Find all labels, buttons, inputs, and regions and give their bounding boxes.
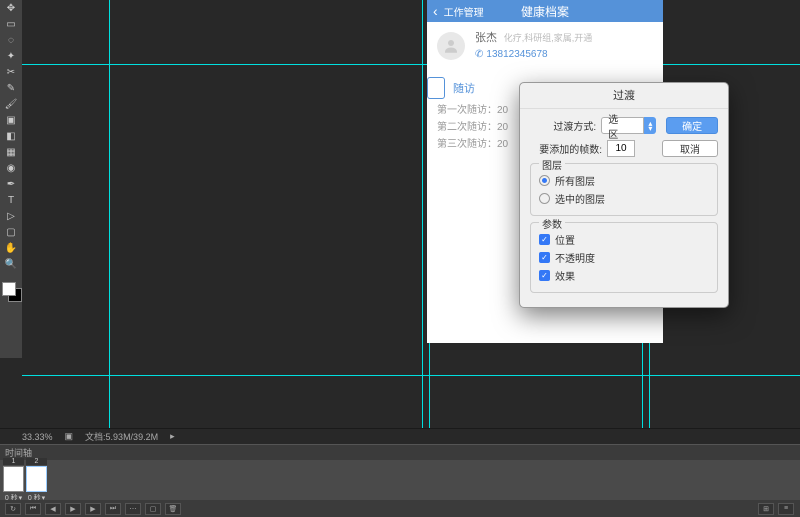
first-frame-button[interactable]: ⏮: [25, 503, 41, 515]
timeline-frame[interactable]: 1 0 秒▾: [3, 458, 24, 503]
zoom-level[interactable]: 33.33%: [22, 432, 53, 442]
frames-input[interactable]: [607, 140, 635, 157]
blur-tool[interactable]: ◉: [0, 160, 22, 176]
fg-color-swatch[interactable]: [2, 282, 16, 296]
frame-thumbnail: [26, 466, 47, 492]
guide-horizontal[interactable]: [22, 64, 800, 65]
timeline-controls: ↻ ⏮ ◀ ▶ ▶ ⏭ ⋯ ▢ 🗑 ⊞ ≡: [0, 500, 800, 517]
timeline-panel-header[interactable]: 时间轴: [0, 444, 800, 460]
timeline-frames: 1 0 秒▾ 2 0 秒▾: [0, 460, 800, 500]
shape-tool[interactable]: ▢: [0, 224, 22, 240]
path-tool[interactable]: ▷: [0, 208, 22, 224]
ok-button[interactable]: 确定: [666, 117, 718, 134]
guide-vertical[interactable]: [109, 0, 110, 428]
loop-button[interactable]: ↻: [5, 503, 21, 515]
brush-tool[interactable]: 🖌: [0, 96, 22, 112]
check-position[interactable]: ✓ 位置: [539, 232, 709, 247]
eraser-tool[interactable]: ◧: [0, 128, 22, 144]
pen-tool[interactable]: ✒: [0, 176, 22, 192]
wand-tool[interactable]: ✦: [0, 48, 22, 64]
lasso-tool[interactable]: ◌: [0, 32, 22, 48]
last-frame-button[interactable]: ⏭: [105, 503, 121, 515]
back-icon: ‹: [427, 3, 444, 19]
check-effects[interactable]: ✓ 效果: [539, 268, 709, 283]
back-label: 工作管理: [444, 4, 484, 19]
stamp-tool[interactable]: ▣: [0, 112, 22, 128]
checkbox-icon: ✓: [539, 252, 550, 263]
profile-tags: 化疗,科研组,家属,开通: [504, 33, 593, 43]
method-select[interactable]: 选区 ▴▾: [601, 117, 656, 134]
gradient-tool[interactable]: ▦: [0, 144, 22, 160]
next-frame-button[interactable]: ▶: [85, 503, 101, 515]
radio-all-layers[interactable]: 所有图层: [539, 173, 709, 188]
eyedropper-tool[interactable]: ✎: [0, 80, 22, 96]
profile-phone: ✆ 13812345678: [475, 47, 592, 62]
hand-tool[interactable]: ✋: [0, 240, 22, 256]
status-bar: 33.33% ▣ 文档:5.93M/39.2M ▸: [0, 428, 800, 444]
crop-tool[interactable]: ✂: [0, 64, 22, 80]
move-tool[interactable]: ✥: [0, 0, 22, 16]
guide-horizontal[interactable]: [22, 375, 800, 376]
dialog-title: 过渡: [520, 83, 728, 109]
new-frame-button[interactable]: ▢: [145, 503, 161, 515]
page-title: 健康档案: [521, 3, 569, 20]
radio-selected-layers[interactable]: 选中的图层: [539, 191, 709, 206]
profile-name: 张杰: [475, 32, 497, 44]
checkbox-icon: ✓: [539, 270, 550, 281]
timeline-frame[interactable]: 2 0 秒▾: [26, 458, 47, 503]
text-tool[interactable]: T: [0, 192, 22, 208]
params-fieldset: 参数 ✓ 位置 ✓ 不透明度 ✓ 效果: [530, 222, 718, 293]
layers-fieldset: 图层 所有图层 选中的图层: [530, 163, 718, 216]
zoom-tool[interactable]: 🔍: [0, 256, 22, 272]
window-arrange-icon[interactable]: ▣: [65, 431, 74, 442]
radio-icon: [539, 193, 550, 204]
phone-icon: ✆: [475, 47, 483, 62]
tween-button[interactable]: ⋯: [125, 503, 141, 515]
delete-frame-button[interactable]: 🗑: [165, 503, 181, 515]
radio-icon: [539, 175, 550, 186]
params-legend: 参数: [539, 216, 565, 231]
cancel-button[interactable]: 取消: [662, 140, 718, 157]
tween-dialog: 过渡 过渡方式: 选区 ▴▾ 确定 要添加的帧数: 取消 图层 所有图层: [519, 82, 729, 308]
tools-toolbar: ✥ ▭ ◌ ✦ ✂ ✎ 🖌 ▣ ◧ ▦ ◉ ✒ T ▷ ▢ ✋ 🔍: [0, 0, 22, 358]
prev-frame-button[interactable]: ◀: [45, 503, 61, 515]
chevron-right-icon[interactable]: ▸: [170, 431, 175, 442]
doc-size: 文档:5.93M/39.2M: [85, 430, 158, 443]
check-opacity[interactable]: ✓ 不透明度: [539, 250, 709, 265]
frames-label: 要添加的帧数:: [530, 141, 602, 156]
app-header: ‹ 工作管理 健康档案: [427, 0, 663, 22]
play-button[interactable]: ▶: [65, 503, 81, 515]
frame-thumbnail: [3, 466, 24, 492]
guide-vertical[interactable]: [422, 0, 423, 428]
method-label: 过渡方式:: [530, 118, 596, 133]
layers-legend: 图层: [539, 157, 565, 172]
panel-menu-button[interactable]: ≡: [778, 503, 794, 515]
marquee-tool[interactable]: ▭: [0, 16, 22, 32]
select-arrows-icon: ▴▾: [644, 117, 656, 134]
profile-row: 张杰 化疗,科研组,家属,开通 ✆ 13812345678: [427, 22, 663, 70]
avatar: [437, 32, 465, 60]
checkbox-icon: ✓: [539, 234, 550, 245]
convert-timeline-button[interactable]: ⊞: [758, 503, 774, 515]
